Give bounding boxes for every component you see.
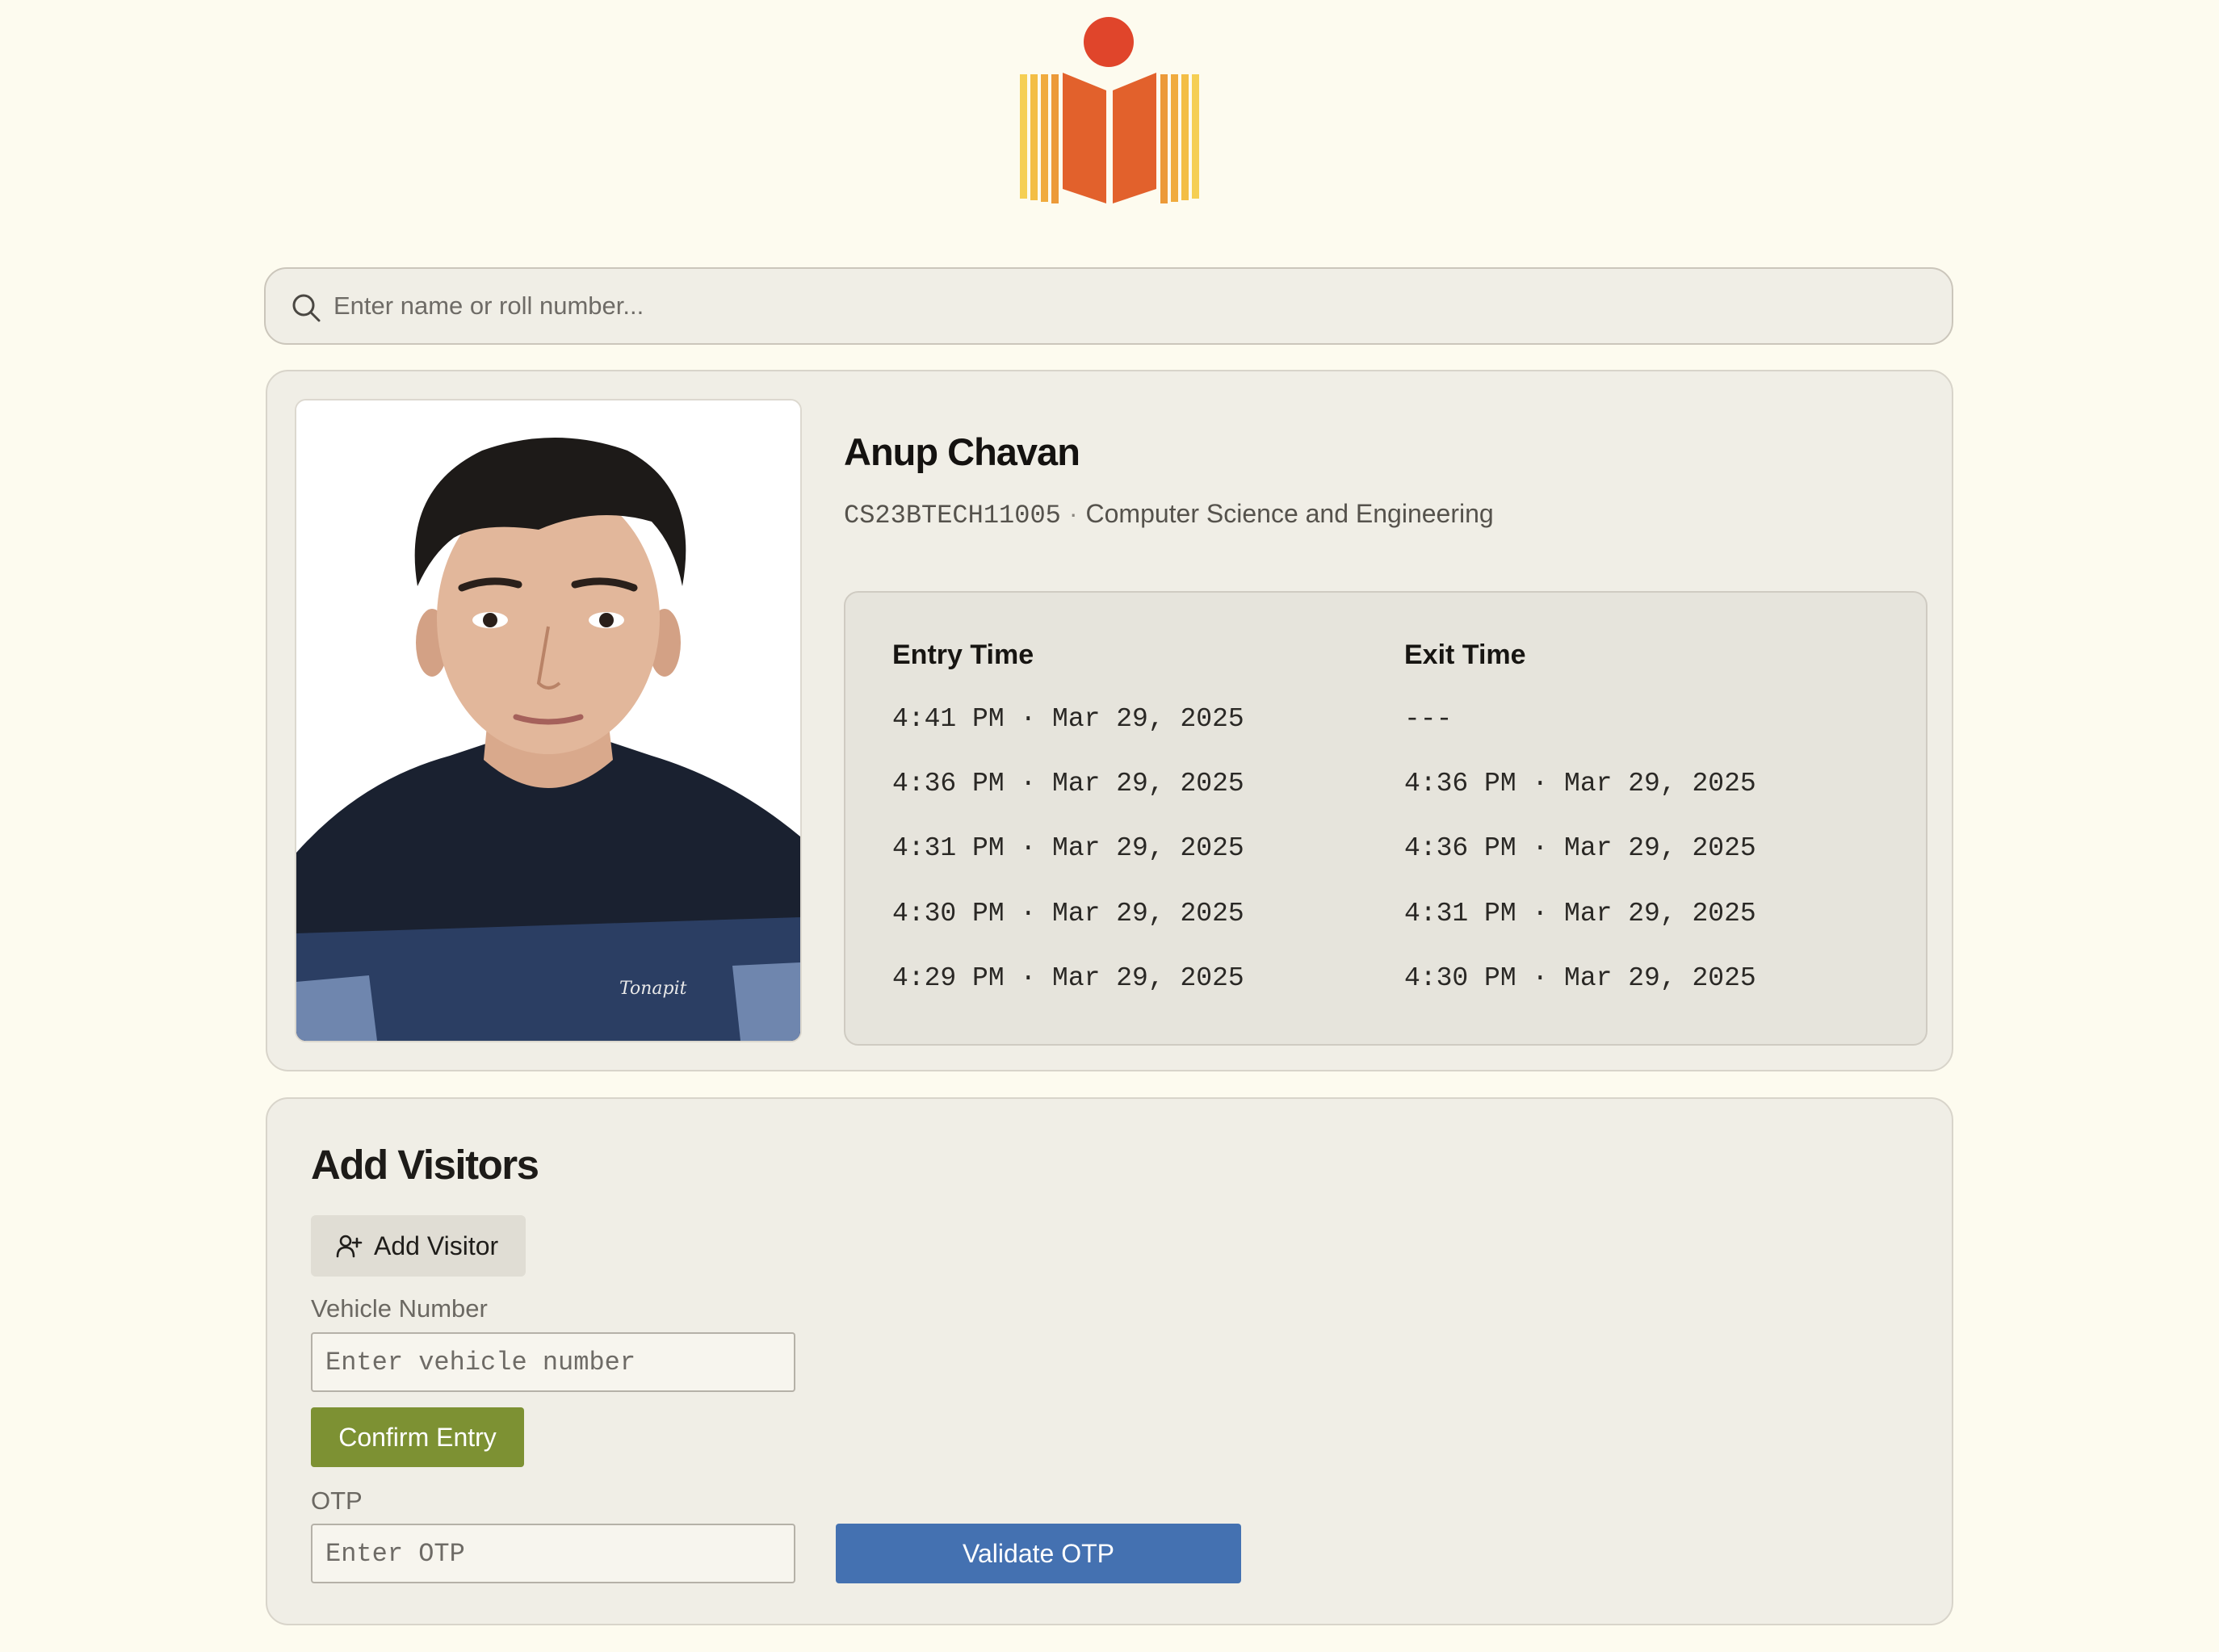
otp-input[interactable] bbox=[311, 1524, 795, 1583]
entry-time: 4:30 PM · Mar 29, 2025 bbox=[892, 899, 1244, 929]
vehicle-number-input[interactable] bbox=[311, 1332, 795, 1392]
search-icon bbox=[290, 291, 322, 324]
institute-logo bbox=[1016, 16, 1203, 207]
entry-time: 4:31 PM · Mar 29, 2025 bbox=[892, 833, 1244, 863]
log-row: 4:36 PM · Mar 29, 2025 4:36 PM · Mar 29,… bbox=[845, 769, 1926, 817]
meta-separator: · bbox=[1068, 499, 1078, 528]
student-name: Anup Chavan bbox=[844, 430, 1080, 473]
student-profile-card: Tonapit Anup Chavan CS23BTECH11005 · Compu… bbox=[266, 370, 1953, 1071]
roll-number: CS23BTECH11005 bbox=[844, 501, 1061, 530]
student-photo: Tonapit bbox=[295, 399, 802, 1042]
search-bar bbox=[264, 267, 1953, 345]
add-visitor-button[interactable]: Add Visitor bbox=[311, 1215, 526, 1277]
entry-exit-log: Entry Time Exit Time 4:41 PM · Mar 29, 2… bbox=[844, 591, 1927, 1046]
section-title: Add Visitors bbox=[311, 1142, 539, 1188]
exit-time: --- bbox=[1404, 704, 1453, 734]
vehicle-number-label: Vehicle Number bbox=[311, 1294, 488, 1323]
user-plus-icon bbox=[336, 1235, 363, 1258]
log-row: 4:29 PM · Mar 29, 2025 4:30 PM · Mar 29,… bbox=[845, 963, 1926, 1012]
add-visitor-label: Add Visitor bbox=[374, 1231, 499, 1260]
entry-time: 4:36 PM · Mar 29, 2025 bbox=[892, 769, 1244, 799]
exit-time: 4:36 PM · Mar 29, 2025 bbox=[1404, 833, 1756, 863]
log-row: 4:31 PM · Mar 29, 2025 4:36 PM · Mar 29,… bbox=[845, 833, 1926, 882]
entry-time-header: Entry Time bbox=[892, 639, 1034, 670]
log-row: 4:30 PM · Mar 29, 2025 4:31 PM · Mar 29,… bbox=[845, 899, 1926, 947]
otp-label: OTP bbox=[311, 1486, 363, 1515]
log-row: 4:41 PM · Mar 29, 2025 --- bbox=[845, 704, 1926, 753]
student-meta: CS23BTECH11005 · Computer Science and Engi… bbox=[844, 499, 1494, 530]
exit-time: 4:30 PM · Mar 29, 2025 bbox=[1404, 963, 1756, 993]
entry-time: 4:29 PM · Mar 29, 2025 bbox=[892, 963, 1244, 993]
search-input[interactable] bbox=[327, 269, 1934, 343]
exit-time-header: Exit Time bbox=[1404, 639, 1526, 670]
exit-time: 4:31 PM · Mar 29, 2025 bbox=[1404, 899, 1756, 929]
exit-time: 4:36 PM · Mar 29, 2025 bbox=[1404, 769, 1756, 799]
svg-text:Tonapit: Tonapit bbox=[619, 979, 687, 999]
entry-time: 4:41 PM · Mar 29, 2025 bbox=[892, 704, 1244, 734]
validate-otp-button[interactable]: Validate OTP bbox=[836, 1524, 1241, 1583]
add-visitors-card: Add Visitors Add Visitor Vehicle Number … bbox=[266, 1097, 1953, 1625]
confirm-entry-button[interactable]: Confirm Entry bbox=[311, 1407, 524, 1467]
department: Computer Science and Engineering bbox=[1085, 499, 1494, 528]
